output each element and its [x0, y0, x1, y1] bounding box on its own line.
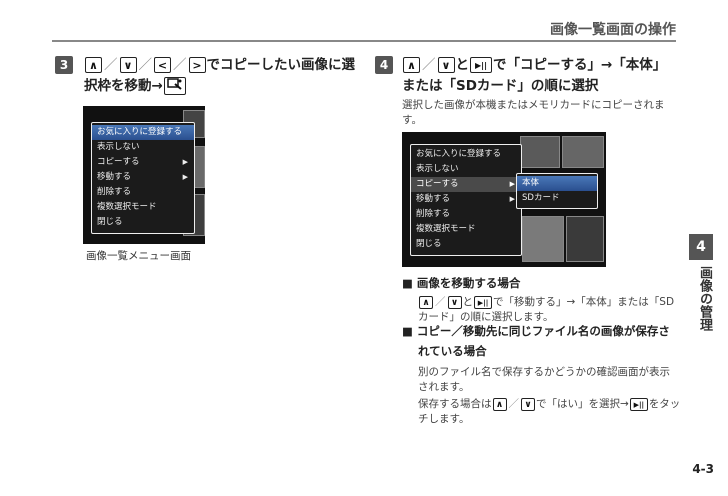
menu-item-favorite[interactable]: お気に入りに登録する [411, 147, 521, 162]
down-key-icon: ∨ [437, 57, 455, 73]
thumbnail-image [522, 216, 564, 262]
step3-text-2: 択枠を移動→ [84, 78, 163, 94]
menu-item-hide[interactable]: 表示しない [92, 140, 194, 155]
menu-item-label: 移動する [97, 172, 132, 182]
arrow-right-icon: ▶ [509, 180, 515, 188]
slash-separator: ／ [173, 57, 187, 73]
right-key-icon: > [188, 57, 206, 73]
step4-text-2: または「SDカード」の順に選択 [402, 78, 599, 94]
menu-item-label: コピーする [97, 157, 140, 167]
menu-item-close[interactable]: 閉じる [411, 237, 521, 252]
down-key-icon: ∨ [521, 397, 535, 411]
note-duplicate-title-text: コピー／移動先に同じファイル名の画像が保存さ [416, 324, 670, 338]
menu-item-multi-select[interactable]: 複数選択モード [411, 222, 521, 237]
note-duplicate-p2-a: 保存する場合は [418, 398, 492, 410]
slash-separator: ／ [104, 57, 118, 73]
step4-submenu: 本体 SDカード [516, 173, 598, 209]
left-key-icon: < [154, 57, 171, 73]
note-duplicate-p2-c: をタッ [648, 398, 681, 410]
down-key-icon: ∨ [447, 295, 462, 309]
step3-menu: お気に入りに登録する 表示しない コピーする ▶ 移動する ▶ 削除する 複数選択モ… [91, 122, 195, 234]
menu-item-copy[interactable]: コピーする ▶ [411, 177, 521, 192]
note-move: ■ 画像を移動する場合 ∧ ／ ∨ と ▶|| で「移動する」→「本体」または「SD カー… [402, 273, 682, 325]
menu-item-label: コピーする [416, 179, 459, 189]
note-duplicate-p2: 保存する場合は ∧ ／ ∨ で「はい」を選択→ ▶|| をタッ チします。 [402, 397, 682, 427]
page-header-title: 画像一覧画面の操作 [550, 22, 676, 38]
menu-item-delete[interactable]: 削除する [411, 207, 521, 222]
menu-item-copy[interactable]: コピーする ▶ [92, 155, 194, 170]
step3-caption: 画像一覧メニュー画面 [86, 250, 191, 262]
note-duplicate-p2-b: で「はい」を選択→ [536, 398, 629, 410]
thumbnail-image [566, 216, 604, 262]
up-key-icon: ∧ [492, 397, 507, 411]
menu-item-hide[interactable]: 表示しない [411, 162, 521, 177]
note-duplicate-title: ■ コピー／移動先に同じファイル名の画像が保存さ [402, 321, 682, 341]
slash-separator: ／ [435, 296, 446, 308]
chapter-number-tab: 4 [689, 234, 713, 260]
note-move-title-text: 画像を移動する場合 [416, 276, 521, 290]
note-move-text-a: で「移動する」→「本体」または「SD [493, 296, 675, 308]
play-pause-key-icon: ▶|| [629, 397, 648, 411]
chapter-title: 画像の管理 [697, 266, 712, 331]
note-move-text-mid: と [462, 296, 474, 308]
slash-separator: ／ [508, 398, 520, 410]
step4-description: 選択した画像が本機またはメモリカードにコピーされます。 [402, 99, 665, 126]
step3-text-1: でコピーしたい画像に選 [206, 57, 356, 73]
slash-separator: ／ [422, 57, 436, 73]
note-duplicate-p2-d: チします。 [418, 413, 470, 425]
step3-screen: お気に入りに登録する 表示しない コピーする ▶ 移動する ▶ 削除する 複数選択モ… [83, 106, 205, 244]
note-duplicate-title-line2: れている場合 [418, 344, 487, 358]
step4-menu: お気に入りに登録する 表示しない コピーする ▶ 移動する ▶ 削除する 複数選択モ… [410, 144, 522, 256]
step-number-4: 4 [375, 56, 393, 74]
thumbnail-image [520, 136, 560, 168]
submenu-item-sd-card[interactable]: SDカード [517, 191, 597, 206]
slash-separator: ／ [138, 57, 153, 73]
down-key-icon: ∨ [119, 57, 137, 73]
step4-instruction: ∧ ／ ∨ と ▶|| で「コピーする」→「本体」 または「SDカード」の順に選択 [402, 55, 682, 97]
step4-screen: お気に入りに登録する 表示しない コピーする ▶ 移動する ▶ 削除する 複数選択モ… [402, 132, 606, 267]
step-number-3: 3 [55, 56, 73, 74]
arrow-right-icon: ▶ [182, 158, 188, 166]
submenu-item-internal[interactable]: 本体 [517, 176, 597, 191]
note-duplicate-p1: 別のファイル名で保存するかどうかの確認画面が表示されます。 [418, 366, 670, 393]
square-bullet-icon: ■ [402, 276, 413, 290]
arrow-right-icon: ▶ [509, 195, 515, 203]
up-key-icon: ∧ [403, 57, 420, 73]
arrow-right-icon: ▶ [182, 173, 188, 181]
menu-item-close[interactable]: 閉じる [92, 215, 194, 230]
play-pause-key-icon: ▶|| [470, 57, 492, 73]
square-bullet-icon: ■ [402, 324, 413, 338]
menu-item-move[interactable]: 移動する ▶ [411, 192, 521, 207]
menu-item-delete[interactable]: 削除する [92, 185, 194, 200]
up-key-icon: ∧ [419, 295, 433, 309]
step4-text-mid: と [455, 57, 470, 73]
note-duplicate: ■ コピー／移動先に同じファイル名の画像が保存さ れている場合 別のファイル名で… [402, 321, 682, 427]
menu-item-favorite[interactable]: お気に入りに登録する [92, 125, 194, 140]
menu-item-multi-select[interactable]: 複数選択モード [92, 200, 194, 215]
menu-item-move[interactable]: 移動する ▶ [92, 170, 194, 185]
page-number: 4-3 [692, 462, 714, 476]
header-rule [52, 40, 676, 42]
menu-item-label: 移動する [416, 194, 451, 204]
play-pause-key-icon: ▶|| [474, 295, 492, 309]
step3-instruction: ∧ ／ ∨ ／ < ／ > でコピーしたい画像に選 択枠を移動→ [84, 55, 369, 97]
step4-text-1: で「コピーする」→「本体」 [493, 57, 667, 73]
menu-key-icon [163, 77, 186, 95]
thumbnail-image [562, 136, 604, 168]
up-key-icon: ∧ [85, 57, 102, 73]
note-move-title: ■ 画像を移動する場合 [402, 273, 682, 293]
